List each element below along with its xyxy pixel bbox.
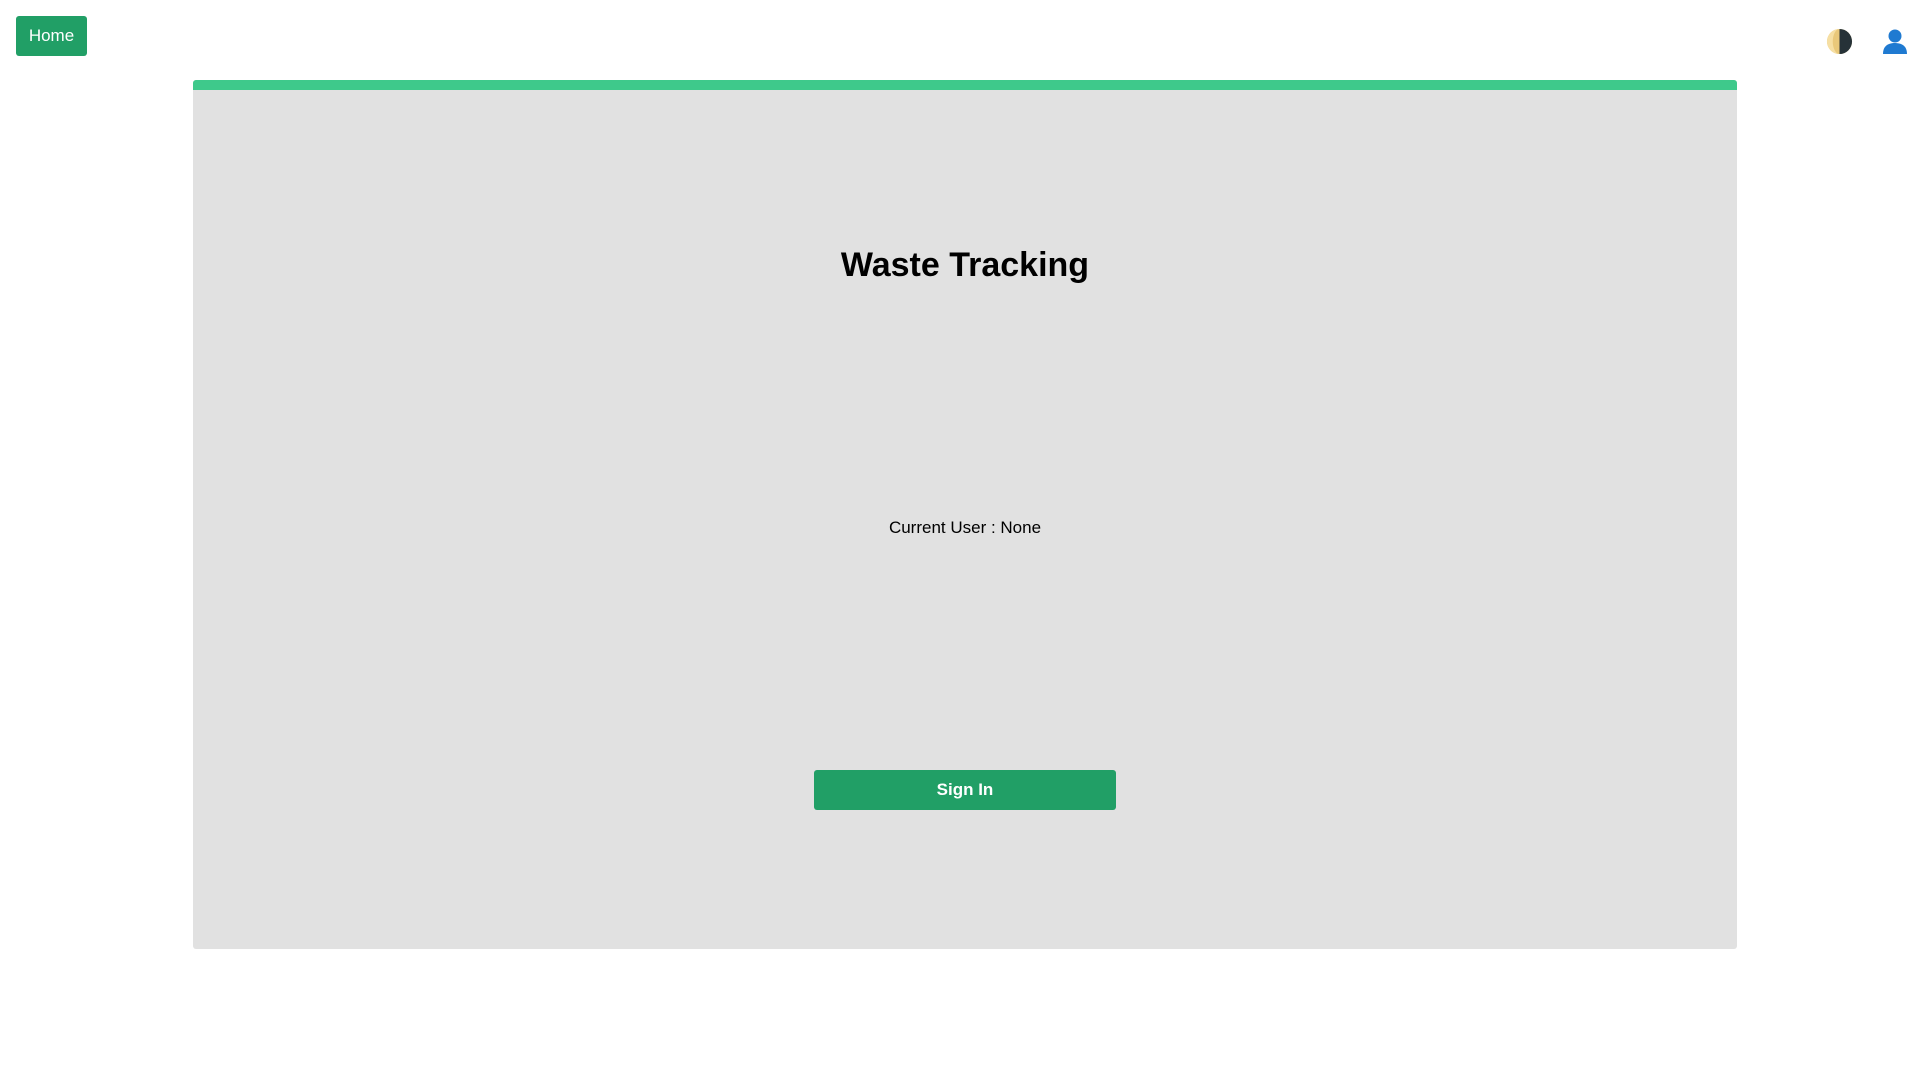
top-right-toolbar [1824, 26, 1910, 56]
card-accent-bar [193, 80, 1737, 90]
current-user-status: Current User : None [888, 518, 1042, 537]
half-moon-icon [1826, 28, 1852, 54]
login-card: Waste Tracking Current User : None Sign … [193, 80, 1737, 949]
page: Home Waste Tracking Current User : None … [0, 0, 1920, 1080]
home-button[interactable]: Home [16, 16, 87, 56]
user-profile-icon[interactable] [1880, 26, 1910, 56]
sign-in-button[interactable]: Sign In [814, 770, 1116, 810]
person-silhouette-icon [1883, 29, 1907, 54]
theme-toggle-icon[interactable] [1824, 26, 1854, 56]
page-title: Waste Tracking [840, 246, 1090, 284]
